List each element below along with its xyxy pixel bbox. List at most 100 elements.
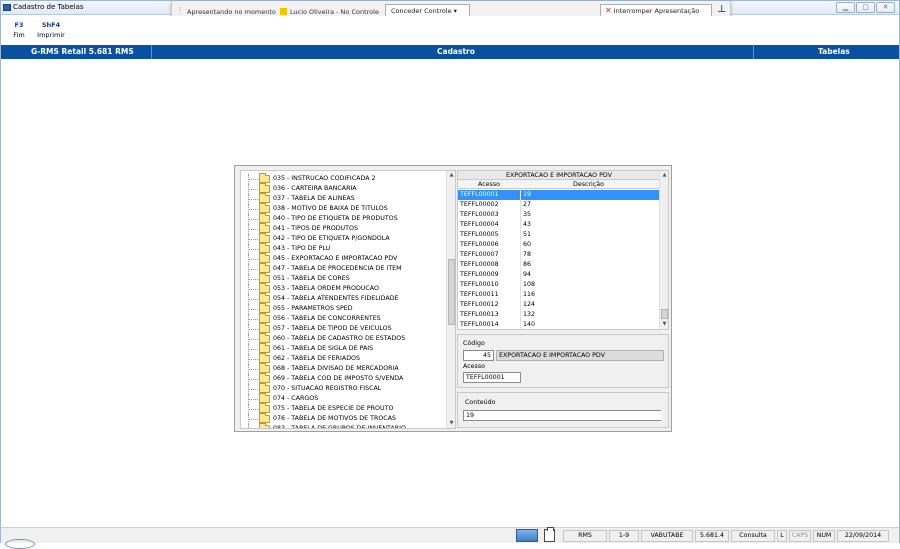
tree-item[interactable]: 062 - TABELA DE FERIADOS — [245, 353, 449, 364]
minimize-button[interactable]: ▁ — [836, 2, 855, 13]
tree-item-label: 036 - CARTEIRA BANCARIA — [273, 185, 357, 192]
tree-item[interactable]: 037 - TABELA DE ALINEAS — [245, 193, 449, 204]
scroll-down-icon[interactable]: ▼ — [447, 419, 455, 428]
table-tree[interactable]: 035 - INSTRUCAO CODIFICADA 2 036 - CARTEI… — [240, 170, 456, 429]
tree-scrollbar[interactable]: ▲ ▼ — [446, 171, 455, 428]
maximize-button[interactable]: ▢ — [856, 2, 875, 13]
folder-icon — [259, 303, 270, 313]
cell-divider — [520, 240, 521, 250]
tree-item[interactable]: 043 - TIPO DE PLU — [245, 243, 449, 254]
column-header-description[interactable]: Descrição — [573, 180, 604, 189]
table-row[interactable]: TEFFL00011 116 — [458, 290, 660, 300]
table-row[interactable]: TEFFL00003 35 — [458, 210, 660, 220]
table-row[interactable]: TEFFL00006 60 — [458, 240, 660, 250]
tree-item[interactable]: 042 - TIPO DE ETIQUETA P/GONDOLA — [245, 233, 449, 244]
cadastro-panel: 035 - INSTRUCAO CODIFICADA 2 036 - CARTEI… — [234, 165, 672, 432]
scroll-thumb[interactable] — [448, 259, 455, 325]
tree-item-label: 060 - TABELA DE CADASTRO DE ESTADOS — [273, 335, 406, 342]
table-row[interactable]: TEFFL00008 86 — [458, 260, 660, 270]
folder-icon — [259, 193, 270, 203]
cell-divider — [520, 280, 521, 290]
header-divider — [151, 45, 152, 59]
clipboard-icon[interactable] — [544, 527, 555, 542]
tree-item-label: 041 - TIPOS DE PRODUTOS — [273, 225, 358, 232]
f3-fim-button[interactable]: F3 Fim — [7, 21, 31, 39]
access-cell: TEFFL00006 — [460, 241, 499, 248]
tree-item[interactable]: 035 - INSTRUCAO CODIFICADA 2 — [245, 173, 449, 184]
folder-icon — [259, 413, 270, 423]
tree-item[interactable]: 053 - TABELA ORDEM PRODUCAO — [245, 283, 449, 294]
pin-icon[interactable]: ⊥ — [717, 4, 726, 15]
tree-item[interactable]: 060 - TABELA DE CADASTRO DE ESTADOS — [245, 333, 449, 344]
tree-item[interactable]: 036 - CARTEIRA BANCARIA — [245, 183, 449, 194]
tree-item[interactable]: 075 - TABELA DE ESPECIE DE PROUTO — [245, 403, 449, 414]
conteudo-field[interactable]: 19 — [463, 410, 661, 421]
scroll-thumb[interactable] — [661, 309, 668, 319]
tree-item[interactable]: 057 - TABELA DE TIPOD DE VEICULOS — [245, 323, 449, 334]
grip-icon[interactable]: ⋮ — [176, 6, 184, 15]
status-l: L — [777, 530, 787, 542]
table-row[interactable]: TEFFL00010 108 — [458, 280, 660, 290]
tree-item[interactable]: 045 - EXPORTACAO E IMPORTACAO PDV — [245, 253, 449, 264]
tree-item[interactable]: 083 - TABELA DE GRUPOS DE INVENTARIO — [245, 423, 449, 429]
table-row[interactable]: TEFFL00001 19 — [458, 190, 660, 200]
tree-item[interactable]: 051 - TABELA DE CORES — [245, 273, 449, 284]
tree-item-label: 083 - TABELA DE GRUPOS DE INVENTARIO — [273, 425, 406, 429]
folder-icon — [259, 273, 270, 283]
description-cell: 124 — [523, 301, 536, 308]
scroll-up-icon[interactable]: ▲ — [660, 171, 668, 180]
window-title: Cadastro de Tabelas — [13, 3, 84, 11]
tree-item[interactable]: 038 - MOTIVO DE BAIXA DE TITULOS — [245, 203, 449, 214]
column-header-access[interactable]: Acesso — [478, 180, 500, 189]
cell-divider — [520, 250, 521, 260]
tree-item-label: 062 - TABELA DE FERIADOS — [273, 355, 360, 362]
table-row[interactable]: TEFFL00002 27 — [458, 200, 660, 210]
scroll-up-icon[interactable]: ▲ — [447, 171, 455, 180]
folder-icon — [259, 323, 270, 333]
cell-divider — [520, 290, 521, 300]
tree-item-label: 075 - TABELA DE ESPECIE DE PROUTO — [273, 405, 394, 412]
shf4-imprimir-button[interactable]: ShF4 Imprimir — [35, 21, 67, 39]
tree-item[interactable]: 061 - TABELA DE SIGLA DE PAIS — [245, 343, 449, 354]
tree-item[interactable]: 041 - TIPOS DE PRODUTOS — [245, 223, 449, 234]
monitor-icon[interactable] — [516, 529, 538, 542]
folder-icon — [259, 243, 270, 253]
grid-scrollbar[interactable]: ▲ ▼ — [659, 171, 668, 329]
tree-item[interactable]: 056 - TABELA DE CONCORRENTES — [245, 313, 449, 324]
table-row[interactable]: TEFFL00014 140 — [458, 320, 660, 329]
access-grid[interactable]: EXPORTACAO E IMPORTACAO PDV Acesso Descr… — [457, 170, 669, 330]
header-module: Cadastro — [437, 47, 475, 56]
acesso-field[interactable]: TEFFL00001 — [463, 372, 521, 383]
start-orb-icon[interactable] — [5, 539, 35, 549]
tree-item[interactable]: 054 - TABELA ATENDENTES FIDELIDADE — [245, 293, 449, 304]
presenter-color-icon — [280, 8, 287, 15]
tree-item[interactable]: 047 - TABELA DE PROCEDENCIA DE ITEM — [245, 263, 449, 274]
content-box: Conteúdo 19 — [457, 392, 669, 428]
chevron-down-icon: ▾ — [453, 7, 457, 15]
status-bar: RMS 1-9 VABUTABE 5.681.4 Consulta L CAPS… — [1, 527, 899, 543]
scroll-down-icon[interactable]: ▼ — [660, 320, 668, 329]
folder-icon — [259, 173, 270, 183]
tree-item[interactable]: 074 - CARGOS — [245, 393, 449, 404]
table-row[interactable]: TEFFL00007 78 — [458, 250, 660, 260]
access-cell: TEFFL00014 — [460, 321, 499, 328]
tree-item[interactable]: 069 - TABELA COD DE IMPOSTO S/VENDA — [245, 373, 449, 384]
close-button[interactable]: ✕ — [876, 2, 895, 13]
folder-icon — [259, 203, 270, 213]
description-cell: 19 — [523, 191, 532, 198]
tree-item[interactable]: 076 - TABELA DE MOTIVOS DE TROCAS — [245, 413, 449, 424]
details-box: Código 45 EXPORTACAO E IMPORTACAO PDV Ac… — [457, 334, 669, 388]
table-row[interactable]: TEFFL00005 51 — [458, 230, 660, 240]
tree-item[interactable]: 040 - TIPO DE ETIQUETA DE PRODUTOS — [245, 213, 449, 224]
access-cell: TEFFL00001 — [460, 191, 499, 198]
tree-item[interactable]: 068 - TABELA DIVISAO DE MERCADORIA — [245, 363, 449, 374]
tree-item[interactable]: 055 - PARAMETROS SPED — [245, 303, 449, 314]
table-row[interactable]: TEFFL00013 132 — [458, 310, 660, 320]
codigo-field[interactable]: 45 — [463, 350, 494, 361]
table-row[interactable]: TEFFL00012 124 — [458, 300, 660, 310]
tree-item-label: 053 - TABELA ORDEM PRODUCAO — [273, 285, 379, 292]
table-row[interactable]: TEFFL00004 43 — [458, 220, 660, 230]
description-cell: 51 — [523, 231, 532, 238]
tree-item[interactable]: 070 - SITUACAO REGISTRO FISCAL — [245, 383, 449, 394]
table-row[interactable]: TEFFL00009 94 — [458, 270, 660, 280]
